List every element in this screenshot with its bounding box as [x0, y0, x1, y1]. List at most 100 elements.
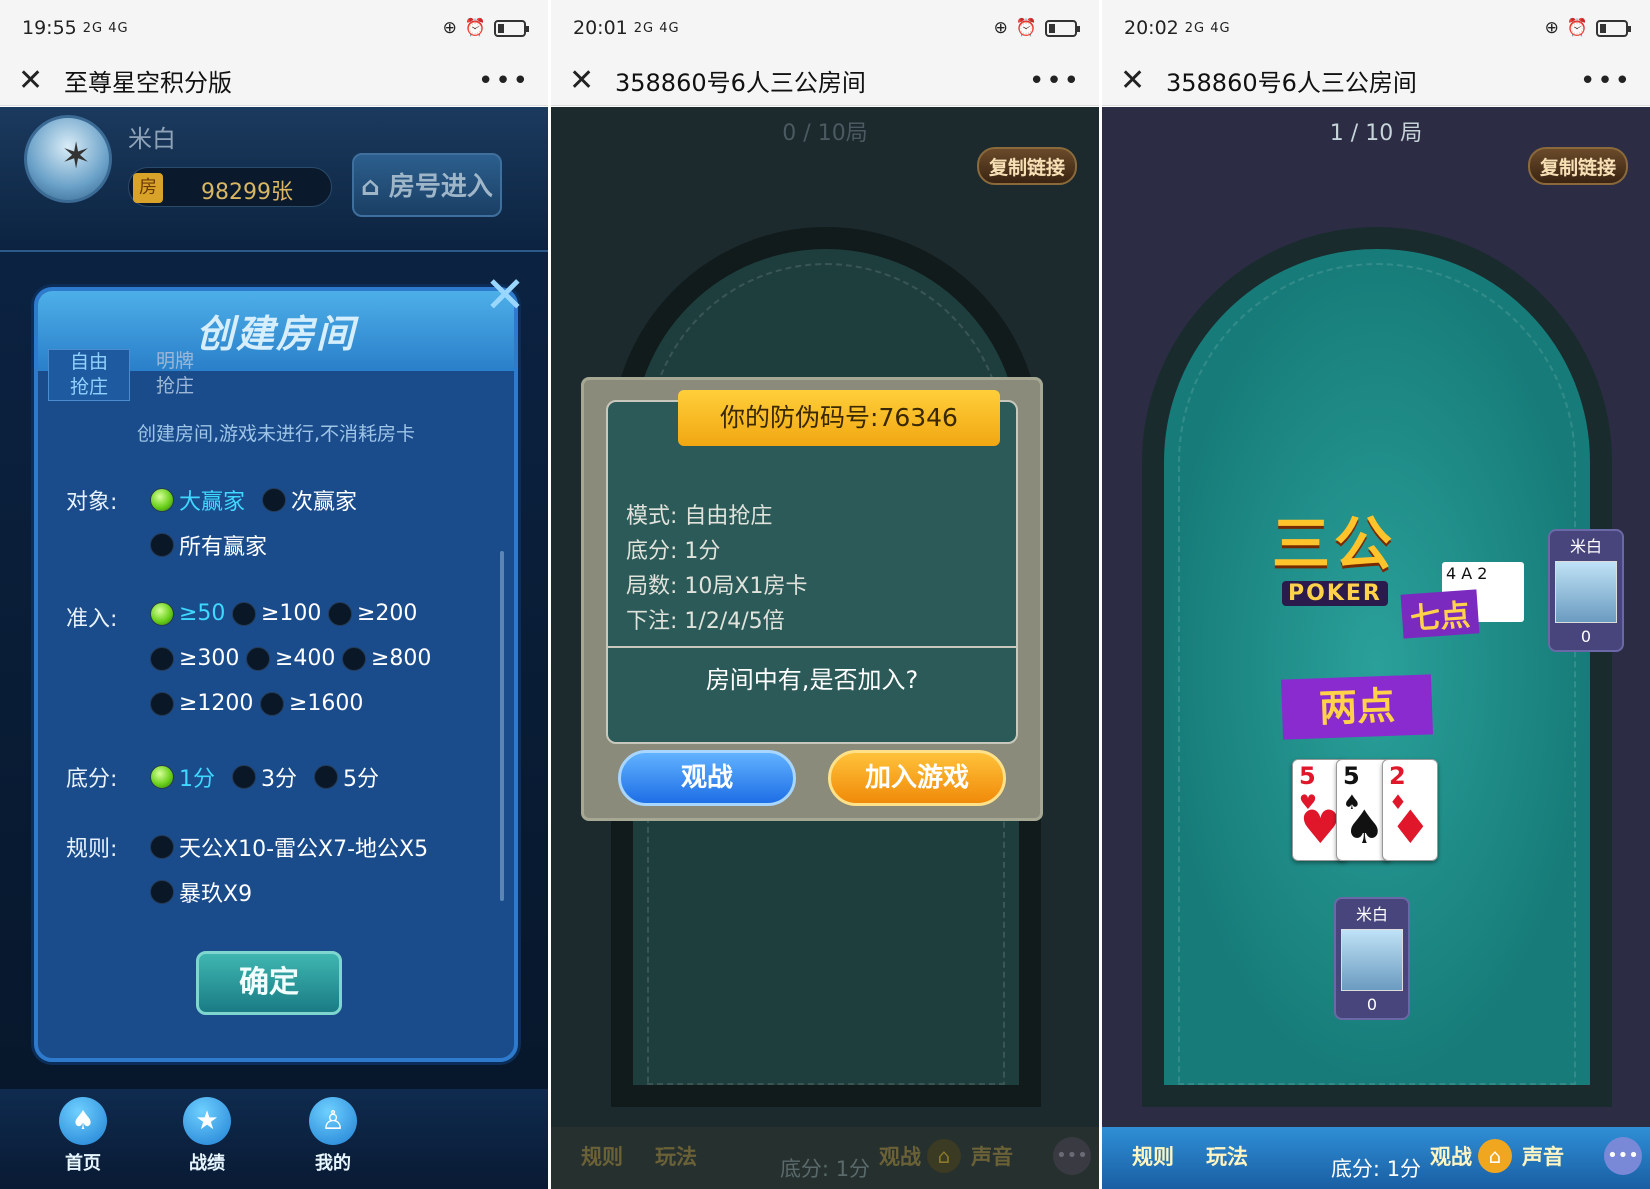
option-all-winners[interactable]: 所有赢家 — [150, 529, 267, 561]
option-label: 所有赢家 — [179, 535, 268, 560]
join-room-label: 房号进入 — [388, 172, 493, 202]
option-second-winner[interactable]: 次赢家 — [262, 484, 357, 516]
more-icon[interactable]: ••• — [1029, 66, 1081, 96]
option-label: 5分 — [343, 767, 379, 792]
trophy-icon: ★ — [183, 1097, 231, 1145]
close-icon[interactable]: ✕ — [569, 63, 609, 98]
radio-icon — [260, 691, 284, 716]
round-counter: 0 / 10局 — [782, 121, 868, 146]
copy-link-button[interactable]: 复制链接 — [1528, 147, 1628, 185]
spade-icon: ♠ — [59, 1097, 107, 1145]
more-icon[interactable]: ••• — [1580, 66, 1632, 96]
sound-button[interactable]: 声音 — [1522, 1141, 1564, 1171]
tab-free-grab[interactable]: 自由 抢庄 — [48, 349, 130, 401]
option-entry-200[interactable]: ≥200 — [328, 601, 417, 626]
dialog-close-icon[interactable]: ✕ — [482, 270, 528, 321]
status-time: 20:02 — [1124, 17, 1179, 39]
close-icon[interactable]: ✕ — [1120, 63, 1160, 98]
watch-toggle[interactable]: 观战 — [879, 1141, 921, 1171]
join-dialog: 你的防伪码号:76346 模式: 自由抢庄 底分: 1分 局数: 10局X1房卡… — [581, 377, 1043, 821]
option-entry-1600[interactable]: ≥1600 — [260, 691, 363, 716]
heart-icon: ♥ — [1299, 800, 1341, 854]
security-code-banner: 你的防伪码号:76346 — [678, 390, 1000, 446]
confirm-button[interactable]: 确定 — [196, 951, 342, 1015]
info-mode: 模式: 自由抢庄 — [626, 504, 773, 529]
option-label: ≥1200 — [179, 691, 254, 716]
seat-name: 米白 — [1569, 537, 1602, 556]
radio-icon — [232, 601, 256, 626]
card-rank: 5 — [1299, 762, 1316, 790]
copy-link-button[interactable]: 复制链接 — [977, 147, 1077, 185]
close-icon[interactable]: ✕ — [18, 63, 58, 98]
radio-icon — [150, 691, 174, 716]
base-score: 底分: 1分 — [779, 1157, 871, 1181]
person-icon: ✶ — [61, 136, 92, 177]
nav-home[interactable]: ♠ 首页 — [48, 1097, 118, 1175]
battery-icon — [494, 19, 529, 37]
home-icon[interactable]: ⌂ — [927, 1139, 961, 1173]
avatar[interactable]: ✶ — [24, 115, 112, 203]
radio-icon — [314, 765, 338, 789]
chat-icon[interactable]: ••• — [1053, 1137, 1091, 1175]
opponent-seat[interactable]: 米白 0 — [1548, 529, 1624, 652]
option-label: ≥300 — [179, 646, 240, 671]
spade-icon: ♠ — [1343, 800, 1385, 854]
option-entry-100[interactable]: ≥100 — [232, 601, 321, 626]
user-icon: ♙ — [309, 1097, 357, 1145]
lock-icon: ⊕ — [1544, 18, 1559, 38]
option-label: 大赢家 — [179, 490, 246, 515]
info-rounds: 局数: 10局X1房卡 — [626, 574, 808, 599]
signal-icon: 2G 4G — [82, 20, 129, 36]
option-label: ≥400 — [275, 646, 336, 671]
battery-icon — [1596, 19, 1631, 37]
radio-icon — [232, 765, 256, 789]
join-room-button[interactable]: ⌂ 房号进入 — [352, 153, 502, 217]
home-icon[interactable]: ⌂ — [1478, 1139, 1512, 1173]
option-score-3[interactable]: 3分 — [232, 761, 297, 793]
radio-icon — [342, 646, 366, 671]
more-icon[interactable]: ••• — [478, 66, 530, 96]
phone-in-game: 20:02 2G 4G ⊕ ⏰ ✕ 358860号6人三公房间 ••• 1 / … — [1102, 0, 1650, 1189]
nav-records[interactable]: ★ 战绩 — [172, 1097, 242, 1175]
card-rank: 5 — [1343, 762, 1360, 790]
label-rules: 规则: — [66, 837, 118, 862]
option-entry-300[interactable]: ≥300 — [150, 646, 239, 671]
watch-button[interactable]: 观战 — [618, 750, 796, 806]
lobby-header: ✶ 米白 房 98299张 ⌂ 房号进入 — [0, 107, 548, 252]
user-name: 米白 — [128, 125, 176, 153]
self-seat[interactable]: 米白 0 — [1334, 897, 1410, 1020]
option-label: ≥100 — [261, 601, 322, 626]
option-entry-50[interactable]: ≥50 — [150, 601, 225, 626]
option-big-winner[interactable]: 大赢家 — [150, 484, 245, 516]
watch-toggle[interactable]: 观战 — [1430, 1141, 1472, 1171]
status-bar: 20:02 2G 4G ⊕ ⏰ — [1102, 0, 1650, 56]
status-time: 20:01 — [573, 17, 628, 39]
nav-label: 战绩 — [189, 1153, 225, 1174]
radio-icon — [150, 765, 174, 789]
logo-title: 三公 — [1272, 510, 1397, 578]
option-entry-800[interactable]: ≥800 — [342, 646, 431, 671]
option-entry-1200[interactable]: ≥1200 — [150, 691, 253, 716]
seat-score: 0 — [1580, 627, 1592, 646]
sound-button[interactable]: 声音 — [971, 1141, 1013, 1171]
option-entry-400[interactable]: ≥400 — [246, 646, 335, 671]
join-game-button[interactable]: 加入游戏 — [828, 750, 1006, 806]
game-lobby: ✶ 米白 房 98299张 ⌂ 房号进入 创建房间 ✕ 自由 抢庄 明牌 抢庄 … — [0, 107, 548, 1189]
tab-open-grab[interactable]: 明牌 抢庄 — [134, 349, 216, 401]
option-label: 次赢家 — [291, 490, 358, 515]
hand-card[interactable]: 2 ♦ ♦ — [1382, 759, 1438, 861]
label-entry: 准入: — [66, 607, 118, 632]
page-title: 358860号6人三公房间 — [1166, 69, 1417, 97]
option-score-5[interactable]: 5分 — [314, 761, 379, 793]
option-rule-tiangong[interactable]: 天公X10-雷公X7-地公X5 — [150, 831, 428, 863]
room-card-balance: 房 98299张 — [128, 167, 332, 207]
dialog-scrollbar[interactable] — [500, 551, 504, 901]
chat-icon[interactable]: ••• — [1604, 1137, 1642, 1175]
dialog-tip: 创建房间,游戏未进行,不消耗房卡 — [136, 423, 416, 445]
nav-mine[interactable]: ♙ 我的 — [298, 1097, 368, 1175]
join-dialog-body: 你的防伪码号:76346 模式: 自由抢庄 底分: 1分 局数: 10局X1房卡… — [606, 390, 1018, 744]
option-rule-baojiu[interactable]: 暴玖X9 — [150, 876, 252, 908]
phone-join-room: 20:01 2G 4G ⊕ ⏰ ✕ 358860号6人三公房间 ••• 0 / … — [551, 0, 1099, 1189]
status-icons: ⊕ ⏰ — [443, 18, 529, 38]
option-score-1[interactable]: 1分 — [150, 761, 215, 793]
